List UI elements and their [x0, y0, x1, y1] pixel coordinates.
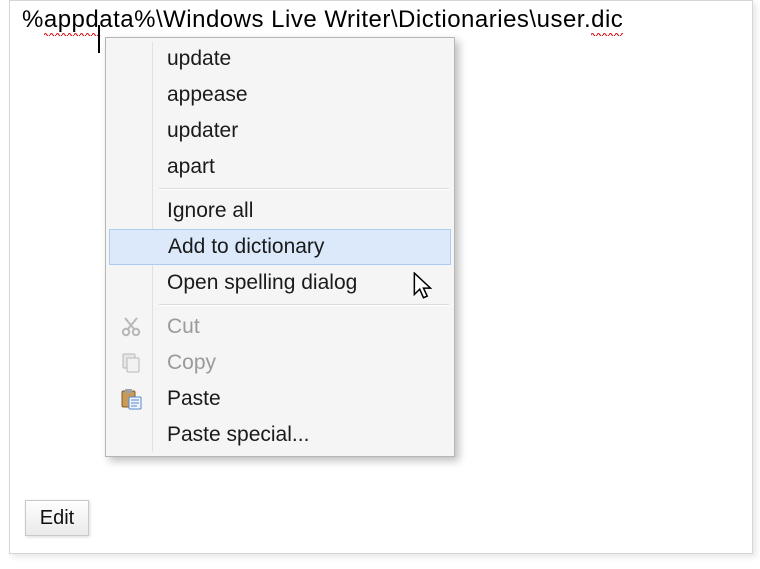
- menu-item-paste[interactable]: Paste: [109, 381, 451, 417]
- text-percent: %: [22, 6, 44, 33]
- suggestion-item-1[interactable]: appease: [109, 77, 451, 113]
- menu-separator: [159, 304, 449, 306]
- menu-item-label: Copy: [167, 351, 216, 374]
- misspelled-word-1: appd: [44, 6, 99, 33]
- menu-separator: [159, 188, 449, 190]
- menu-item-copy[interactable]: Copy: [109, 345, 451, 381]
- tab-label: Edit: [40, 507, 74, 529]
- menu-item-label: update: [167, 47, 231, 70]
- menu-item-label: Add to dictionary: [168, 235, 324, 258]
- suggestion-item-0[interactable]: update: [109, 41, 451, 77]
- menu-item-label: apart: [167, 155, 215, 178]
- menu-item-cut[interactable]: Cut: [109, 309, 451, 345]
- menu-item-label: updater: [167, 119, 238, 142]
- misspelled-word-2: dic: [591, 6, 623, 33]
- cut-icon: [119, 315, 143, 339]
- suggestion-item-2[interactable]: updater: [109, 113, 451, 149]
- menu-item-open-spelling-dialog[interactable]: Open spelling dialog: [109, 265, 451, 301]
- editor-text-line[interactable]: %appdata%\Windows Live Writer\Dictionari…: [22, 6, 623, 34]
- menu-item-label: Paste: [167, 387, 221, 410]
- path-middle: ata%\Windows Live Writer\Dictionaries\us…: [99, 6, 591, 33]
- context-menu: update appease updater apart Ignore all …: [105, 37, 455, 457]
- menu-item-label: Paste special...: [167, 423, 309, 446]
- menu-item-paste-special[interactable]: Paste special...: [109, 417, 451, 453]
- menu-item-ignore-all[interactable]: Ignore all: [109, 193, 451, 229]
- menu-item-label: Ignore all: [167, 199, 253, 222]
- paste-icon: [119, 387, 143, 411]
- copy-icon: [119, 351, 143, 375]
- menu-item-label: Cut: [167, 315, 200, 338]
- menu-item-add-to-dictionary[interactable]: Add to dictionary: [109, 229, 451, 265]
- menu-item-label: appease: [167, 83, 248, 106]
- menu-item-label: Open spelling dialog: [167, 271, 357, 294]
- suggestion-item-3[interactable]: apart: [109, 149, 451, 185]
- tab-edit[interactable]: Edit: [25, 500, 89, 536]
